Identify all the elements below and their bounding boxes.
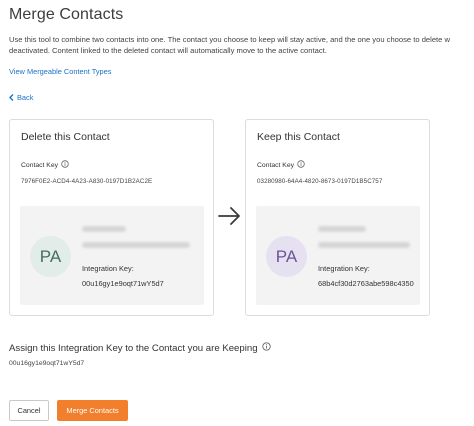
delete-integration-key-label: Integration Key: [82,264,134,273]
delete-contact-key-label: Contact Key [21,160,69,170]
blurred-contact-email [82,242,190,248]
blurred-contact-email [318,242,410,248]
info-circle-icon[interactable] [61,160,69,170]
assign-integration-key-value: 00u16gy1e9oqt71wY5d7 [9,360,85,367]
description-line-2: deactivated. Content linked to the delet… [9,45,327,55]
keep-integration-key-label: Integration Key: [318,264,370,273]
keep-contact-key-label: Contact Key [257,160,305,170]
delete-contact-card: Delete this Contact Contact Key 7976F0E2… [9,119,214,316]
keep-contact-card: Keep this Contact Contact Key 03280980-6… [245,119,430,316]
merge-contacts-button[interactable]: Merge Contacts [57,400,128,421]
assign-integration-key-title: Assign this Integration Key to the Conta… [9,342,271,354]
blurred-contact-name [318,226,366,232]
blurred-contact-name [82,226,126,232]
arrow-right-icon [218,206,242,231]
delete-integration-key-value: 00u16gy1e9oqt71wY5d7 [82,279,164,288]
description-line-1: Use this tool to combine two contacts in… [9,35,450,44]
delete-contact-key-label-text: Contact Key [21,161,59,169]
avatar: PA [30,236,71,277]
page-title: Merge Contacts [9,6,124,23]
keep-integration-key-value: 68b4cf30d2763abe598c4350 [318,279,414,288]
keep-contact-key-value: 03280980-64A4-4820-8673-0197D1B5C757 [257,178,383,185]
info-circle-icon[interactable] [261,342,271,354]
delete-contact-details: PA Integration Key: 00u16gy1e9oqt71wY5d7 [20,206,204,305]
delete-card-title: Delete this Contact [21,131,110,143]
view-mergeable-content-types-link[interactable]: View Mergeable Content Types [9,67,111,76]
delete-contact-key-value: 7976F0E2-ACD4-4A23-A830-0197D1B2AC2E [21,178,153,185]
keep-card-title: Keep this Contact [257,131,340,143]
info-circle-icon[interactable] [297,160,305,170]
cancel-button[interactable]: Cancel [9,400,49,421]
back-link-label: Back [17,93,34,102]
assign-title-text: Assign this Integration Key to the Conta… [9,342,258,354]
chevron-left-icon [9,94,14,101]
back-link[interactable]: Back [9,93,33,102]
page-description: Use this tool to combine two contacts in… [9,35,474,56]
keep-contact-key-label-text: Contact Key [257,161,295,169]
keep-contact-details: PA Integration Key: 68b4cf30d2763abe598c… [256,206,420,305]
avatar: PA [266,236,307,277]
